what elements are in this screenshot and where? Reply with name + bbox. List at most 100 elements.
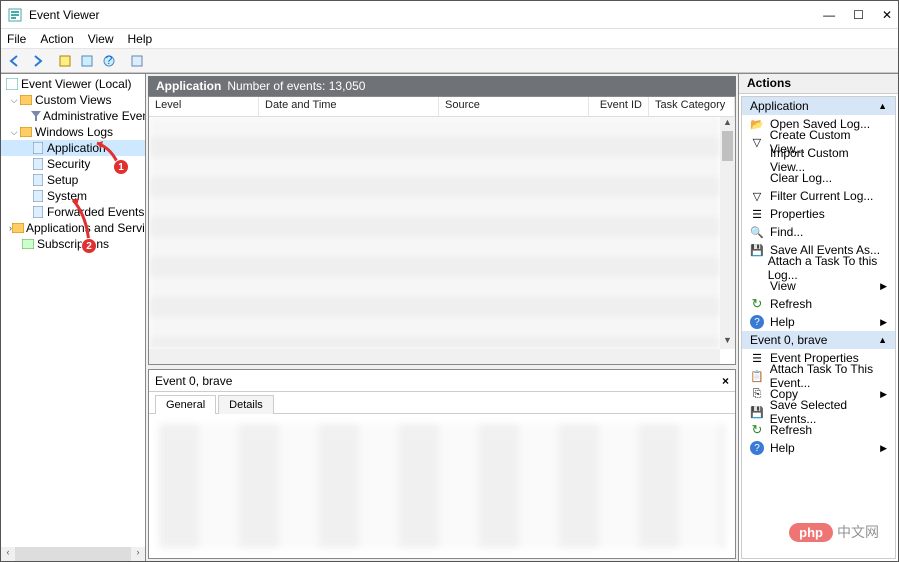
center-pane: Application Number of events: 13,050 Lev… bbox=[146, 74, 738, 561]
grid-rows[interactable]: ▲ ▼ bbox=[149, 117, 735, 364]
action-item[interactable]: 🔍Find... bbox=[742, 223, 895, 241]
expand-icon[interactable]: ⌵ bbox=[9, 127, 19, 138]
navigation-tree[interactable]: Event Viewer (Local) ⌵ Custom Views Admi… bbox=[1, 74, 146, 561]
tree-label: Setup bbox=[47, 173, 78, 187]
log-icon bbox=[31, 189, 45, 203]
tree-label: Forwarded Events bbox=[47, 205, 144, 219]
minimize-button[interactable]: — bbox=[823, 8, 835, 22]
action-item[interactable]: Attach a Task To this Log... bbox=[742, 259, 895, 277]
toolbar: ? bbox=[1, 49, 898, 73]
action-label: Attach a Task To this Log... bbox=[768, 254, 887, 282]
col-level[interactable]: Level bbox=[149, 97, 259, 116]
menu-help[interactable]: Help bbox=[128, 32, 153, 46]
action-item[interactable]: ? Help ▶ bbox=[742, 313, 895, 331]
main-body: Event Viewer (Local) ⌵ Custom Views Admi… bbox=[1, 73, 898, 561]
blurred-rows bbox=[149, 117, 720, 349]
app-icon bbox=[7, 7, 23, 23]
event-viewer-window: Event Viewer — ☐ ✕ File Action View Help… bbox=[0, 0, 899, 562]
tool-button-1[interactable] bbox=[55, 51, 75, 71]
annotation-badge-1: 1 bbox=[113, 159, 129, 175]
actions-title: Actions bbox=[739, 74, 898, 94]
detail-header: Event 0, brave × bbox=[149, 370, 735, 392]
help-icon: ? bbox=[750, 315, 764, 329]
tree-custom-views[interactable]: ⌵ Custom Views bbox=[1, 92, 145, 108]
v-scrollbar[interactable]: ▲ ▼ bbox=[720, 117, 735, 349]
folder-icon bbox=[12, 221, 24, 235]
section-label: Application bbox=[750, 99, 809, 113]
save-icon: 💾 bbox=[750, 405, 764, 419]
properties-icon: ☰ bbox=[750, 207, 764, 221]
copy-icon: ⎘ bbox=[750, 387, 764, 401]
folder-open-icon: 📂 bbox=[750, 117, 764, 131]
tool-button-2[interactable] bbox=[77, 51, 97, 71]
action-item[interactable]: ▽Filter Current Log... bbox=[742, 187, 895, 205]
log-icon bbox=[31, 141, 45, 155]
close-button[interactable]: ✕ bbox=[882, 8, 892, 22]
action-label: Clear Log... bbox=[770, 171, 832, 185]
filter-icon: ▽ bbox=[750, 135, 764, 149]
scroll-down-icon[interactable]: ▼ bbox=[720, 335, 735, 349]
col-date[interactable]: Date and Time bbox=[259, 97, 439, 116]
action-label: Help bbox=[770, 315, 795, 329]
tool-button-3[interactable]: ? bbox=[99, 51, 119, 71]
maximize-button[interactable]: ☐ bbox=[853, 8, 864, 22]
titlebar: Event Viewer — ☐ ✕ bbox=[1, 1, 898, 29]
scroll-up-icon[interactable]: ▲ bbox=[720, 117, 735, 131]
log-icon bbox=[31, 157, 45, 171]
actions-pane: Actions Application ▲ 📂Open Saved Log...… bbox=[738, 74, 898, 561]
tree-h-scrollbar[interactable]: ‹› bbox=[1, 547, 145, 561]
detail-close-button[interactable]: × bbox=[722, 374, 729, 388]
collapse-icon: ▲ bbox=[878, 101, 887, 111]
menu-action[interactable]: Action bbox=[40, 32, 73, 46]
tab-details[interactable]: Details bbox=[218, 395, 274, 414]
window-controls: — ☐ ✕ bbox=[823, 8, 892, 22]
action-item[interactable]: ☰Properties bbox=[742, 205, 895, 223]
grid-title: Application bbox=[156, 79, 221, 93]
expand-icon[interactable]: ⌵ bbox=[9, 95, 19, 106]
actions-section-event[interactable]: Event 0, brave ▲ bbox=[742, 331, 895, 349]
filter-icon bbox=[31, 109, 41, 123]
refresh-icon: ↻ bbox=[750, 423, 764, 437]
subscriptions-icon bbox=[21, 237, 35, 251]
log-icon bbox=[31, 205, 45, 219]
events-grid[interactable]: Level Date and Time Source Event ID Task… bbox=[148, 96, 736, 365]
tool-button-4[interactable] bbox=[127, 51, 147, 71]
filter-icon: ▽ bbox=[750, 189, 764, 203]
collapse-icon: ▲ bbox=[878, 335, 887, 345]
actions-section-application[interactable]: Application ▲ bbox=[742, 97, 895, 115]
watermark: php 中文网 bbox=[789, 522, 879, 542]
action-item[interactable]: 💾Save Selected Events... bbox=[742, 403, 895, 421]
blurred-detail bbox=[159, 424, 725, 548]
action-label: View bbox=[770, 279, 796, 293]
tree-root[interactable]: Event Viewer (Local) bbox=[1, 76, 145, 92]
col-source[interactable]: Source bbox=[439, 97, 589, 116]
col-event-id[interactable]: Event ID bbox=[589, 97, 649, 116]
tree-windows-logs[interactable]: ⌵ Windows Logs bbox=[1, 124, 145, 140]
action-item[interactable]: 📋Attach Task To This Event... bbox=[742, 367, 895, 385]
menu-view[interactable]: View bbox=[88, 32, 114, 46]
action-label: Refresh bbox=[770, 297, 812, 311]
h-scrollbar[interactable] bbox=[149, 349, 720, 364]
action-item[interactable]: ?Help▶ bbox=[742, 439, 895, 457]
svg-text:?: ? bbox=[106, 54, 113, 67]
section-label: Event 0, brave bbox=[750, 333, 827, 347]
forward-button[interactable] bbox=[27, 51, 47, 71]
submenu-arrow-icon: ▶ bbox=[880, 317, 887, 328]
tab-general[interactable]: General bbox=[155, 395, 216, 414]
refresh-icon: ↻ bbox=[750, 297, 764, 311]
tree-admin-events[interactable]: Administrative Events bbox=[1, 108, 145, 124]
tree-label: Administrative Events bbox=[43, 109, 146, 123]
menu-file[interactable]: File bbox=[7, 32, 26, 46]
actions-body: Application ▲ 📂Open Saved Log...▽Create … bbox=[741, 96, 896, 559]
scroll-thumb[interactable] bbox=[722, 131, 733, 161]
action-item[interactable]: Import Custom View... bbox=[742, 151, 895, 169]
col-task-cat[interactable]: Task Category bbox=[649, 97, 735, 116]
action-label: Save Selected Events... bbox=[770, 398, 887, 426]
action-item[interactable]: ↻ Refresh bbox=[742, 295, 895, 313]
watermark-text: 中文网 bbox=[837, 522, 879, 542]
tree-application[interactable]: Application bbox=[1, 140, 145, 156]
blank-icon bbox=[750, 153, 764, 167]
back-button[interactable] bbox=[5, 51, 25, 71]
blank-icon bbox=[750, 279, 764, 293]
save-icon: 💾 bbox=[750, 243, 764, 257]
